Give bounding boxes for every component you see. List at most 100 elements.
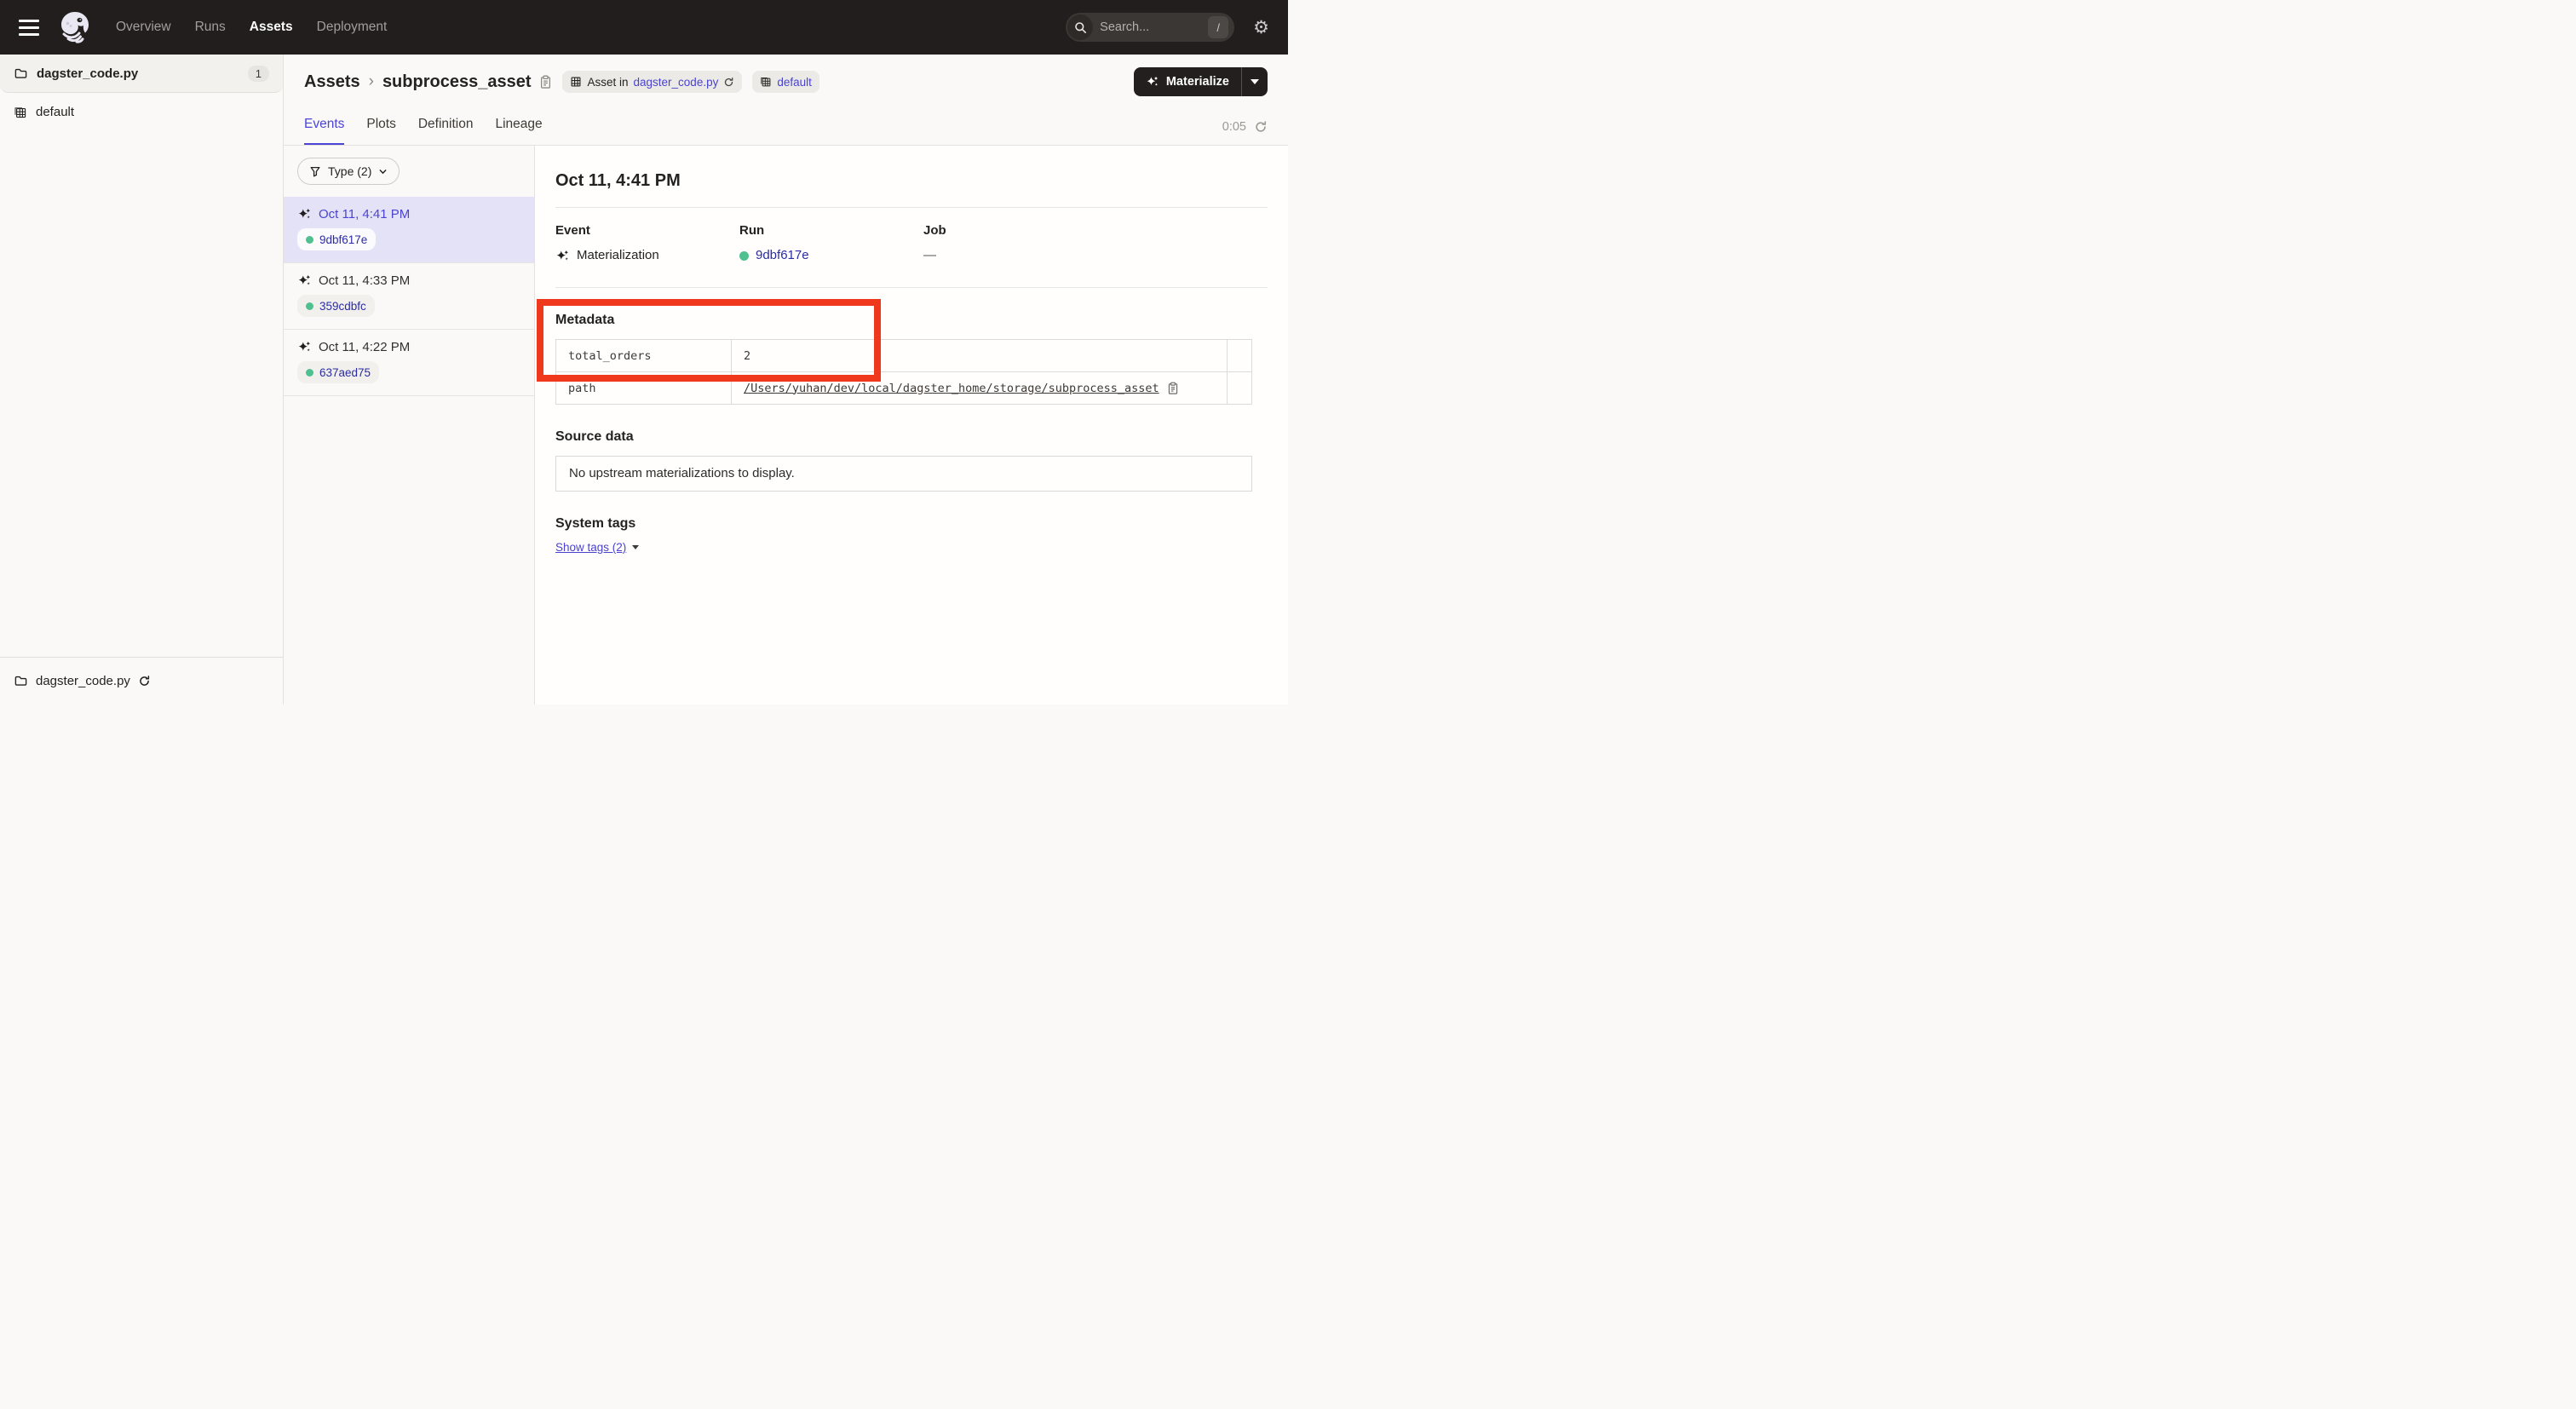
tab-definition[interactable]: Definition bbox=[418, 117, 474, 145]
caret-down-icon bbox=[632, 545, 639, 549]
chevron-down-icon bbox=[378, 167, 388, 176]
metadata-gap-cell bbox=[1228, 372, 1252, 405]
job-label: Job bbox=[923, 223, 1268, 239]
code-location-name: dagster_code.py bbox=[37, 66, 138, 81]
tab-events[interactable]: Events bbox=[304, 117, 344, 145]
refresh-icon[interactable] bbox=[1254, 120, 1268, 134]
materialization-sparkle-icon bbox=[555, 249, 570, 263]
asset-page-header: Assets › subprocess_asset Asset in dagst… bbox=[284, 55, 1288, 104]
asset-group-tag[interactable]: default bbox=[752, 71, 819, 93]
run-id-link[interactable]: 9dbf617e bbox=[319, 233, 367, 246]
metadata-key: path bbox=[556, 372, 732, 405]
run-id-link[interactable]: 359cdbfc bbox=[319, 300, 366, 313]
asset-tag-code-location-link[interactable]: dagster_code.py bbox=[634, 76, 719, 89]
table-row: total_orders 2 bbox=[556, 340, 1252, 372]
asset-count-badge: 1 bbox=[248, 66, 269, 82]
tab-plots[interactable]: Plots bbox=[366, 117, 395, 145]
event-time-text: Oct 11, 4:33 PM bbox=[319, 273, 410, 288]
group-grid-icon bbox=[760, 76, 772, 88]
event-timestamp-link[interactable]: Oct 11, 4:41 PM bbox=[297, 207, 520, 221]
source-data-empty-state: No upstream materializations to display. bbox=[555, 456, 1252, 492]
sidebar-code-location[interactable]: dagster_code.py 1 bbox=[0, 55, 283, 93]
asset-catalog-sidebar: dagster_code.py 1 default dagster_code.p… bbox=[0, 55, 284, 704]
divider bbox=[555, 287, 1268, 288]
nav-assets[interactable]: Assets bbox=[250, 20, 293, 35]
dagster-logo-icon bbox=[56, 9, 94, 46]
materialize-button[interactable]: Materialize bbox=[1134, 67, 1241, 96]
materialize-split-button: Materialize bbox=[1134, 67, 1268, 96]
footer-code-location-name: dagster_code.py bbox=[36, 674, 130, 688]
folder-icon bbox=[14, 674, 28, 688]
event-label: Event bbox=[555, 223, 739, 239]
storage-path-link[interactable]: /Users/yuhan/dev/local/dagster_home/stor… bbox=[744, 382, 1159, 395]
filter-label: Type (2) bbox=[328, 164, 371, 178]
run-id-link[interactable]: 637aed75 bbox=[319, 366, 371, 379]
run-success-dot bbox=[306, 369, 313, 377]
asset-name: subprocess_asset bbox=[382, 72, 532, 92]
refresh-countdown: 0:05 bbox=[1222, 120, 1268, 145]
system-tags-heading: System tags bbox=[555, 515, 1268, 532]
event-list-item[interactable]: Oct 11, 4:22 PM 637aed75 bbox=[284, 330, 534, 396]
breadcrumb: Assets › subprocess_asset bbox=[304, 72, 552, 92]
search-icon bbox=[1067, 14, 1093, 40]
asset-tag-prefix: Asset in bbox=[587, 76, 628, 89]
run-label: Run bbox=[739, 223, 923, 239]
event-detail-panel: Oct 11, 4:41 PM Event Materialization Ru… bbox=[535, 146, 1288, 704]
nav-overview[interactable]: Overview bbox=[116, 20, 171, 35]
run-id-link[interactable]: 9dbf617e bbox=[756, 246, 809, 265]
top-nav-links: Overview Runs Assets Deployment bbox=[116, 20, 387, 35]
job-column: Job — bbox=[923, 223, 1268, 265]
materialize-dropdown-button[interactable] bbox=[1242, 67, 1268, 96]
materialize-label: Materialize bbox=[1166, 75, 1229, 89]
asset-definition-tag[interactable]: Asset in dagster_code.py bbox=[562, 71, 742, 93]
metadata-value: 2 bbox=[732, 340, 1228, 372]
global-search[interactable]: / bbox=[1066, 13, 1234, 42]
event-column: Event Materialization bbox=[555, 223, 739, 265]
run-column: Run 9dbf617e bbox=[739, 223, 923, 265]
search-shortcut-key: / bbox=[1208, 16, 1228, 38]
run-success-dot bbox=[306, 236, 313, 244]
run-id-pill[interactable]: 359cdbfc bbox=[297, 295, 375, 317]
filter-funnel-icon bbox=[309, 165, 321, 177]
materialization-sparkle-icon bbox=[297, 340, 312, 354]
job-empty-value: — bbox=[923, 246, 936, 265]
event-list-item[interactable]: Oct 11, 4:33 PM 359cdbfc bbox=[284, 263, 534, 330]
materialization-sparkle-icon bbox=[297, 273, 312, 288]
hamburger-menu-icon[interactable] bbox=[19, 20, 39, 36]
nav-runs[interactable]: Runs bbox=[195, 20, 226, 35]
copy-path-icon[interactable] bbox=[1167, 382, 1179, 395]
event-time-text: Oct 11, 4:41 PM bbox=[319, 207, 410, 221]
tab-lineage[interactable]: Lineage bbox=[495, 117, 542, 145]
metadata-table: total_orders 2 path /Users/yuhan/dev/loc… bbox=[555, 339, 1252, 405]
divider bbox=[555, 207, 1268, 208]
events-list-panel: Type (2) Oct 11, 4:41 PM 9dbf617e bbox=[284, 146, 535, 704]
group-name: default bbox=[36, 105, 74, 119]
breadcrumb-assets-link[interactable]: Assets bbox=[304, 72, 360, 92]
reload-icon[interactable] bbox=[138, 675, 151, 687]
dagster-logo[interactable] bbox=[56, 9, 94, 46]
materialization-sparkle-icon bbox=[297, 207, 312, 221]
nav-deployment[interactable]: Deployment bbox=[317, 20, 388, 35]
asset-grid-icon bbox=[570, 76, 582, 88]
sidebar-item-default-group[interactable]: default bbox=[0, 93, 283, 131]
event-list-item[interactable]: Oct 11, 4:41 PM 9dbf617e bbox=[284, 197, 534, 263]
event-type-filter-button[interactable]: Type (2) bbox=[297, 158, 400, 185]
source-data-heading: Source data bbox=[555, 428, 1268, 446]
reload-icon[interactable] bbox=[723, 77, 734, 88]
event-timestamp-link[interactable]: Oct 11, 4:33 PM bbox=[297, 273, 520, 288]
run-success-dot bbox=[739, 251, 749, 261]
show-tags-label: Show tags (2) bbox=[555, 541, 626, 554]
run-id-pill[interactable]: 637aed75 bbox=[297, 361, 379, 383]
group-tag-link[interactable]: default bbox=[777, 76, 812, 89]
search-input[interactable] bbox=[1100, 20, 1208, 34]
copy-asset-name-icon[interactable] bbox=[539, 75, 552, 89]
metadata-value: /Users/yuhan/dev/local/dagster_home/stor… bbox=[732, 372, 1228, 405]
folder-icon bbox=[14, 66, 28, 81]
metadata-heading: Metadata bbox=[555, 312, 1268, 329]
run-id-pill[interactable]: 9dbf617e bbox=[297, 228, 376, 250]
sidebar-footer-code-location[interactable]: dagster_code.py bbox=[0, 657, 283, 704]
show-tags-toggle[interactable]: Show tags (2) bbox=[555, 541, 639, 554]
asset-tabs: Events Plots Definition Lineage 0:05 bbox=[284, 104, 1288, 145]
event-timestamp-link[interactable]: Oct 11, 4:22 PM bbox=[297, 340, 520, 354]
settings-gear-icon[interactable]: ⚙ bbox=[1253, 19, 1269, 37]
